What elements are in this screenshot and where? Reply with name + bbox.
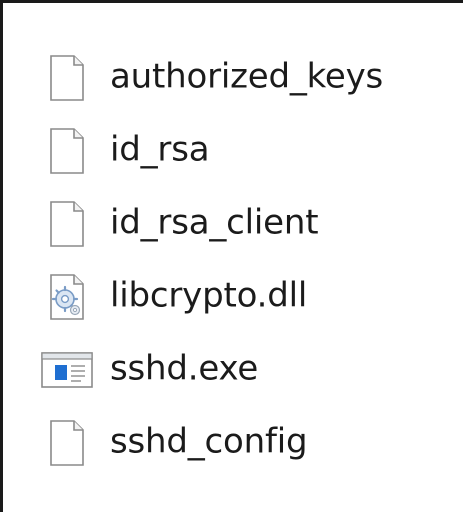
file-item-libcrypto-dll[interactable]: libcrypto.dll xyxy=(3,260,463,333)
file-item-id-rsa[interactable]: id_rsa xyxy=(3,114,463,187)
file-name: id_rsa_client xyxy=(110,201,319,242)
blank-file-icon xyxy=(39,200,95,248)
file-explorer-pane: authorized_keys id_rsa id_rsa_client lib… xyxy=(0,0,463,512)
file-name: id_rsa xyxy=(110,128,210,169)
file-item-sshd-config[interactable]: sshd_config xyxy=(3,406,463,479)
blank-file-icon xyxy=(39,127,95,175)
file-list: authorized_keys id_rsa id_rsa_client lib… xyxy=(3,41,463,479)
file-name: libcrypto.dll xyxy=(110,274,308,315)
file-item-id-rsa-client[interactable]: id_rsa_client xyxy=(3,187,463,260)
blank-file-icon xyxy=(39,419,95,467)
file-item-sshd-exe[interactable]: sshd.exe xyxy=(3,333,463,406)
dll-file-icon xyxy=(39,273,95,321)
exe-file-icon xyxy=(39,346,95,394)
file-item-authorized-keys[interactable]: authorized_keys xyxy=(3,41,463,114)
file-name: authorized_keys xyxy=(110,55,384,96)
file-name: sshd.exe xyxy=(110,347,259,388)
file-name: sshd_config xyxy=(110,420,308,461)
blank-file-icon xyxy=(39,54,95,102)
